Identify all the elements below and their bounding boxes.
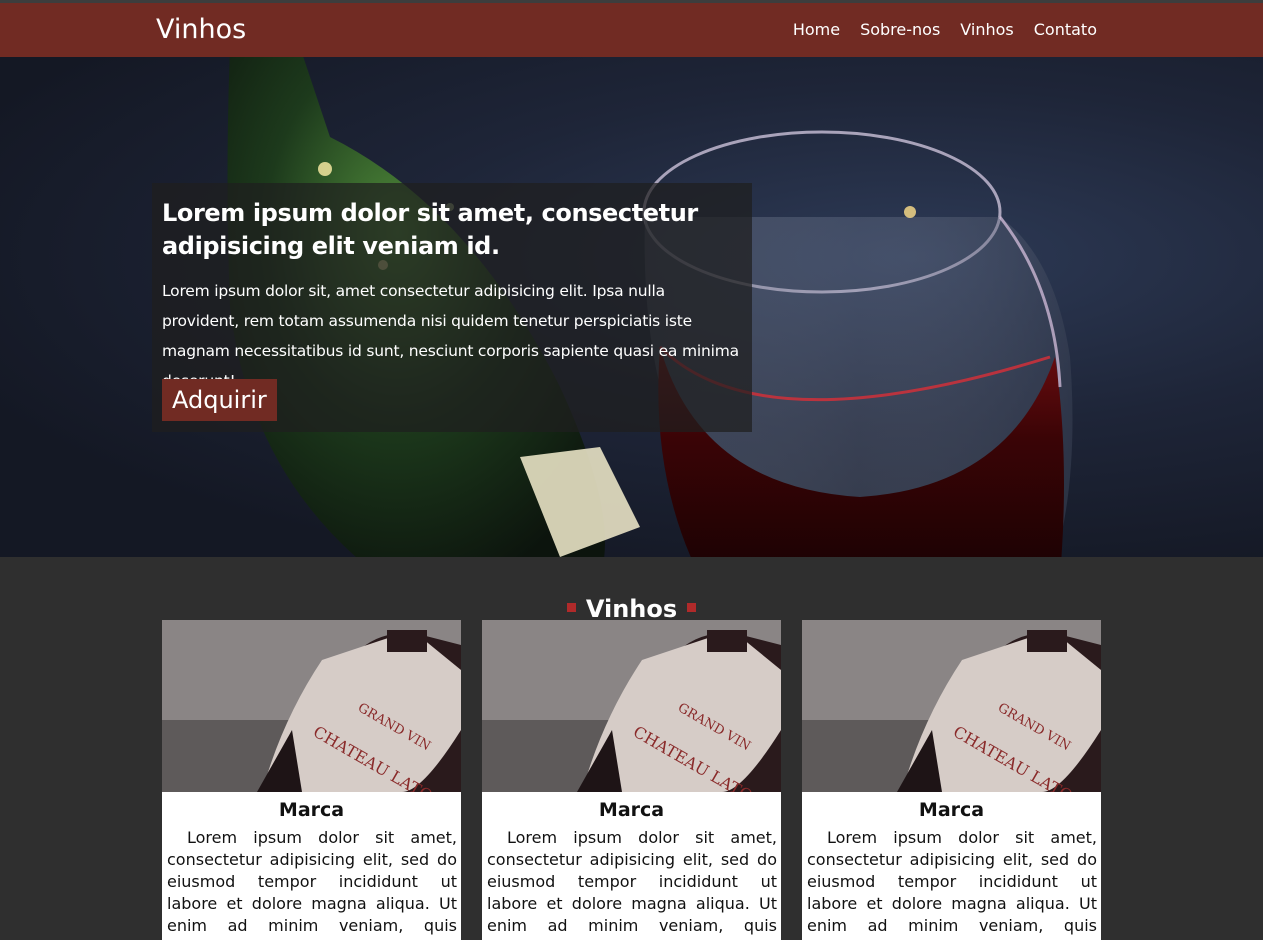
brand-logo[interactable]: Vinhos (156, 14, 246, 46)
card-description: Lorem ipsum dolor sit amet, consectetur … (487, 828, 777, 940)
nav-link-contato[interactable]: Contato (1034, 20, 1097, 40)
nav-link-home[interactable]: Home (793, 20, 840, 40)
nav-link-vinhos[interactable]: Vinhos (960, 20, 1013, 40)
navbar: Vinhos Home Sobre-nos Vinhos Contato (0, 3, 1263, 57)
card-description: Lorem ipsum dolor sit amet, consectetur … (807, 828, 1097, 940)
card-title: Marca (598, 799, 665, 821)
section-title: Vinhos (585, 594, 678, 623)
wine-bottle-image: GRAND VIN CHATEAU LATOUR (802, 620, 1101, 792)
wine-card[interactable]: GRAND VIN CHATEAU LATOUR Marca Lorem ips… (162, 620, 461, 940)
adquirir-button[interactable]: Adquirir (162, 379, 277, 421)
wine-card[interactable]: GRAND VIN CHATEAU LATOUR Marca Lorem ips… (482, 620, 781, 940)
hero-title: Lorem ipsum dolor sit amet, consectetur … (162, 199, 698, 260)
square-bullet-icon (566, 603, 576, 613)
hero-overlay-box: Lorem ipsum dolor sit amet, consectetur … (152, 183, 752, 432)
hero-description: Lorem ipsum dolor sit, amet consectetur … (162, 282, 739, 390)
main-nav: Home Sobre-nos Vinhos Contato (773, 20, 1097, 40)
wine-bottle-image: GRAND VIN CHATEAU LATOUR (162, 620, 461, 792)
wine-card[interactable]: GRAND VIN CHATEAU LATOUR Marca Lorem ips… (802, 620, 1101, 940)
hero-banner: Lorem ipsum dolor sit amet, consectetur … (0, 57, 1263, 557)
wine-bottle-image: GRAND VIN CHATEAU LATOUR (482, 620, 781, 792)
card-title: Marca (278, 799, 345, 821)
card-description: Lorem ipsum dolor sit amet, consectetur … (167, 828, 457, 940)
nav-link-sobre-nos[interactable]: Sobre-nos (860, 20, 940, 40)
card-title: Marca (918, 799, 985, 821)
square-bullet-icon (687, 603, 697, 613)
